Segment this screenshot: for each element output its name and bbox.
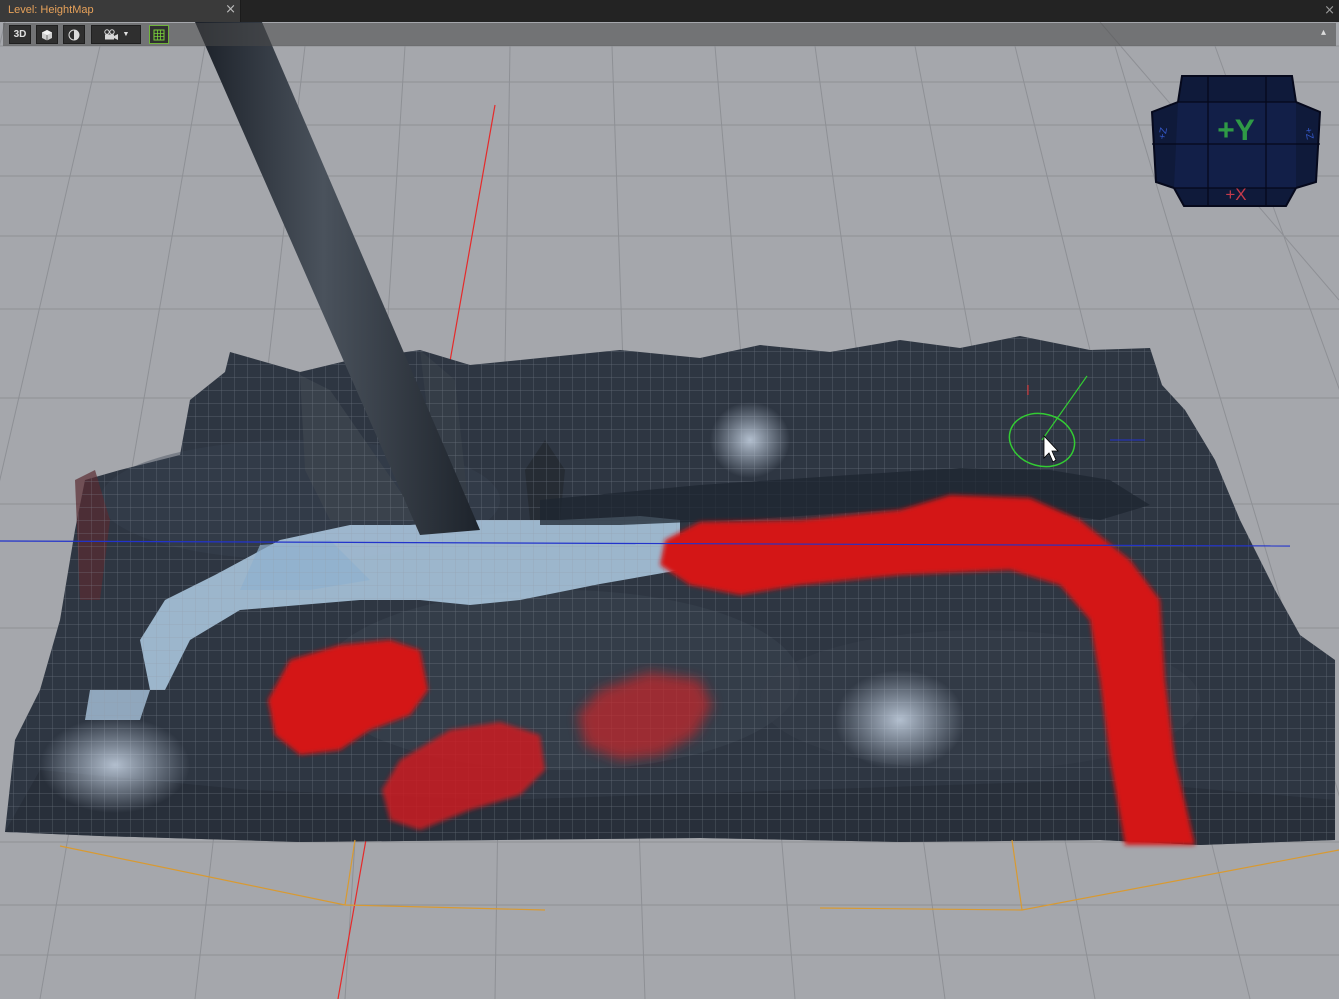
camera-dropdown[interactable]: ▼ <box>91 25 141 44</box>
half-shaded-circle-icon <box>68 29 80 40</box>
3d-viewport[interactable] <box>0 22 1339 999</box>
grid-icon <box>153 29 165 40</box>
orientation-gizmo[interactable]: +Y +X +Z +Z <box>1150 72 1322 208</box>
panel-close-icon[interactable]: × <box>1324 3 1335 18</box>
camera-icon <box>103 28 118 40</box>
level-tab[interactable]: Level: HeightMap × <box>0 0 241 22</box>
document-tab-bar: Level: HeightMap × × <box>0 0 1339 23</box>
cube-icon <box>42 29 52 40</box>
gizmo-top-label: +Y <box>1217 114 1255 147</box>
display-mode-button[interactable] <box>63 25 85 44</box>
grid-toggle-button[interactable] <box>149 25 169 44</box>
viewport-toolbar: 3D ▼ ▴ <box>3 23 1336 46</box>
level-tab-title: Level: HeightMap <box>8 4 94 16</box>
scene-canvas[interactable] <box>0 22 1339 999</box>
gizmo-right-label: +Z <box>1302 127 1315 141</box>
tab-close-icon[interactable]: × <box>225 2 236 17</box>
gizmo-left-label: +Z <box>1157 127 1170 141</box>
3d-view-toggle[interactable]: 3D <box>9 25 31 44</box>
chevron-down-icon: ▼ <box>122 31 130 38</box>
perspective-cube-button[interactable] <box>36 25 58 44</box>
collapse-toolbar-icon[interactable]: ▴ <box>1321 27 1326 38</box>
gizmo-front-label: +X <box>1225 185 1246 204</box>
